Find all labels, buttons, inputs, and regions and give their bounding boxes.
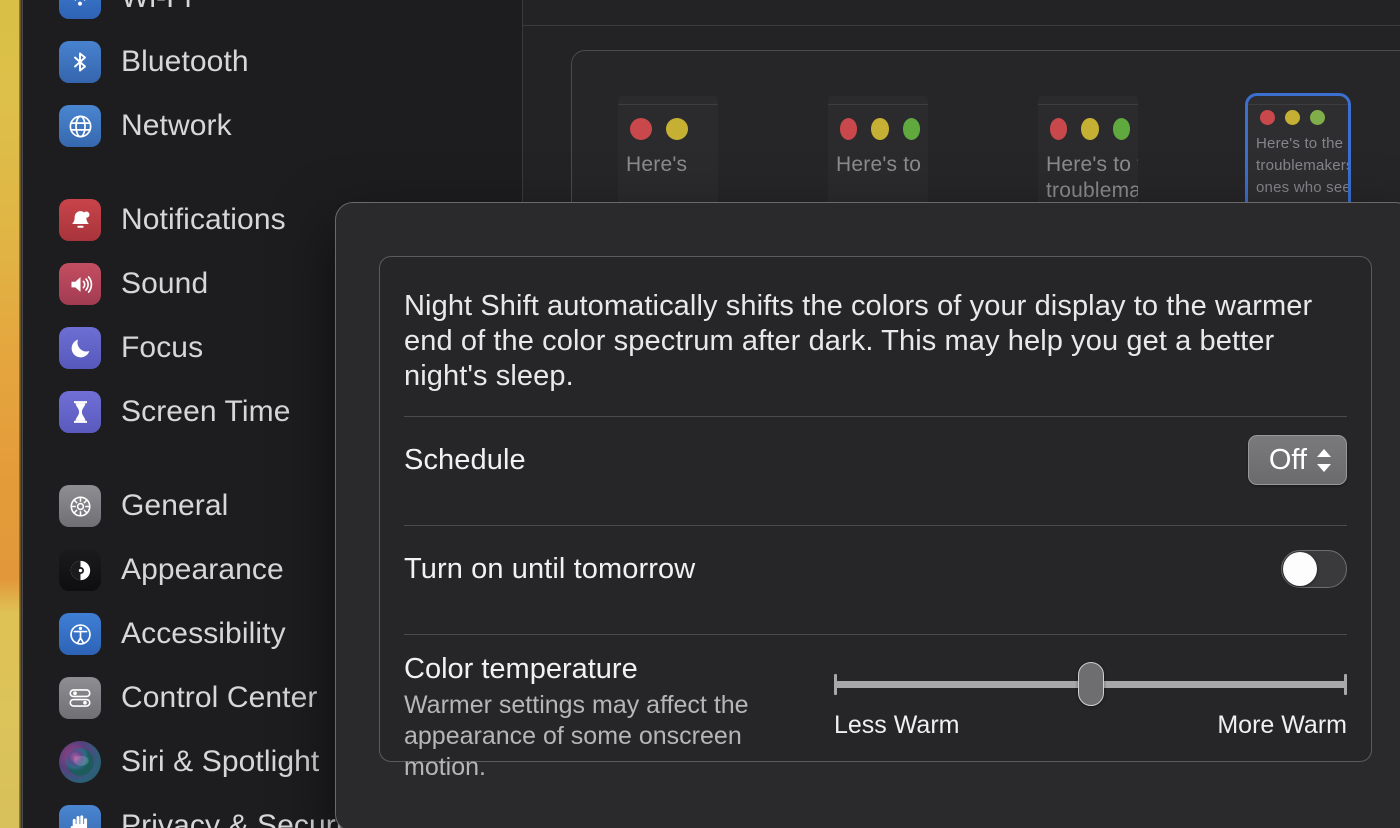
hand-icon [59,805,101,828]
color-temperature-text: Color temperature Warmer settings may af… [404,653,824,783]
traffic-light-dot [840,118,857,140]
gear-icon [59,485,101,527]
sidebar-item-label: Network [121,109,232,143]
turn-on-until-tomorrow-row: Turn on until tomorrow [402,526,1349,612]
slider-max-label: More Warm [1217,711,1347,740]
slider-tick-min [834,674,837,695]
toggle-knob [1283,552,1317,586]
thumbnail-caption: Here's to [836,152,920,178]
bluetooth-icon [59,41,101,83]
sidebar-item-network[interactable]: Network [23,94,522,158]
traffic-lights [1050,118,1130,140]
turn-on-until-tomorrow-label: Turn on until tomorrow [404,553,695,586]
contrast-icon [59,549,101,591]
content-divider [523,25,1400,26]
sidebar-item-label: Accessibility [121,617,286,651]
turn-on-until-tomorrow-toggle[interactable] [1281,550,1347,588]
siri-orb-icon [59,741,101,783]
sidebar-item-label: Control Center [121,681,318,715]
traffic-light-dot [1260,110,1275,125]
traffic-light-dot [1050,118,1067,140]
sliders-icon [59,677,101,719]
desktop-wallpaper-edge [0,0,22,828]
globe-icon [59,105,101,147]
schedule-popup-button[interactable]: Off [1248,435,1347,485]
bell-icon [59,199,101,241]
slider-min-label: Less Warm [834,711,959,740]
hourglass-icon [59,391,101,433]
schedule-row: Schedule Off [402,417,1349,503]
wifi-icon [59,0,101,19]
traffic-light-dot [666,118,688,140]
thumbnail-caption: Here's to t troublema [1046,152,1130,204]
traffic-light-dot [1285,110,1300,125]
traffic-lights [1260,110,1340,125]
slider-thumb[interactable] [1078,662,1104,706]
thumbnail-titlebar-line [618,104,718,105]
traffic-light-dot [871,118,888,140]
traffic-lights [840,118,920,140]
slider-label-row: Less Warm More Warm [834,711,1347,740]
sidebar-item-label: Screen Time [121,395,291,429]
traffic-light-dot [1310,110,1325,125]
sidebar-item-label: General [121,489,228,523]
sidebar-item-label: Notifications [121,203,286,237]
traffic-light-dot [903,118,920,140]
traffic-lights [630,118,710,140]
sidebar-item-label: Bluetooth [121,45,249,79]
slider-tick-max [1344,674,1347,695]
color-temperature-slider[interactable] [834,671,1347,697]
night-shift-description: Night Shift automatically shifts the col… [402,257,1349,394]
sidebar-item-wi-fi[interactable]: Wi-Fi [23,0,522,30]
thumbnail-titlebar-line [1038,104,1138,105]
traffic-light-dot [630,118,652,140]
sidebar-item-label: Focus [121,331,203,365]
thumbnail-caption: Here's [626,152,710,178]
night-shift-dialog: Night Shift automatically shifts the col… [335,202,1400,828]
color-temperature-label: Color temperature [404,653,824,686]
sidebar-item-label: Siri & Spotlight [121,745,319,779]
traffic-light-dot [1081,118,1098,140]
sidebar-item-label: Privacy & Security [121,809,366,828]
night-shift-panel: Night Shift automatically shifts the col… [379,256,1372,762]
sidebar-item-label: Wi-Fi [121,0,191,15]
speaker-icon [59,263,101,305]
sidebar-item-label: Appearance [121,553,284,587]
moon-icon [59,327,101,369]
schedule-popup-value: Off [1269,444,1307,477]
color-temperature-row: Color temperature Warmer settings may af… [402,635,1349,783]
traffic-light-dot [1113,118,1130,140]
system-settings-window: Wi-Fi Bluetooth Network Notifications Sound F… [22,0,1400,828]
thumbnail-caption: Here's to the cr troublemakers. ones who… [1256,133,1340,199]
color-temperature-control: Less Warm More Warm [834,653,1347,783]
thumbnail-titlebar-line [1248,104,1348,105]
thumbnail-titlebar-line [828,104,928,105]
sidebar-item-bluetooth[interactable]: Bluetooth [23,30,522,94]
chevron-up-down-icon [1316,449,1332,472]
screen: Wi-Fi Bluetooth Network Notifications Sound F… [0,0,1400,828]
accessibility-icon [59,613,101,655]
schedule-label: Schedule [404,444,526,477]
sidebar-item-label: Sound [121,267,208,301]
color-temperature-description: Warmer settings may affect the appearanc… [404,690,824,783]
